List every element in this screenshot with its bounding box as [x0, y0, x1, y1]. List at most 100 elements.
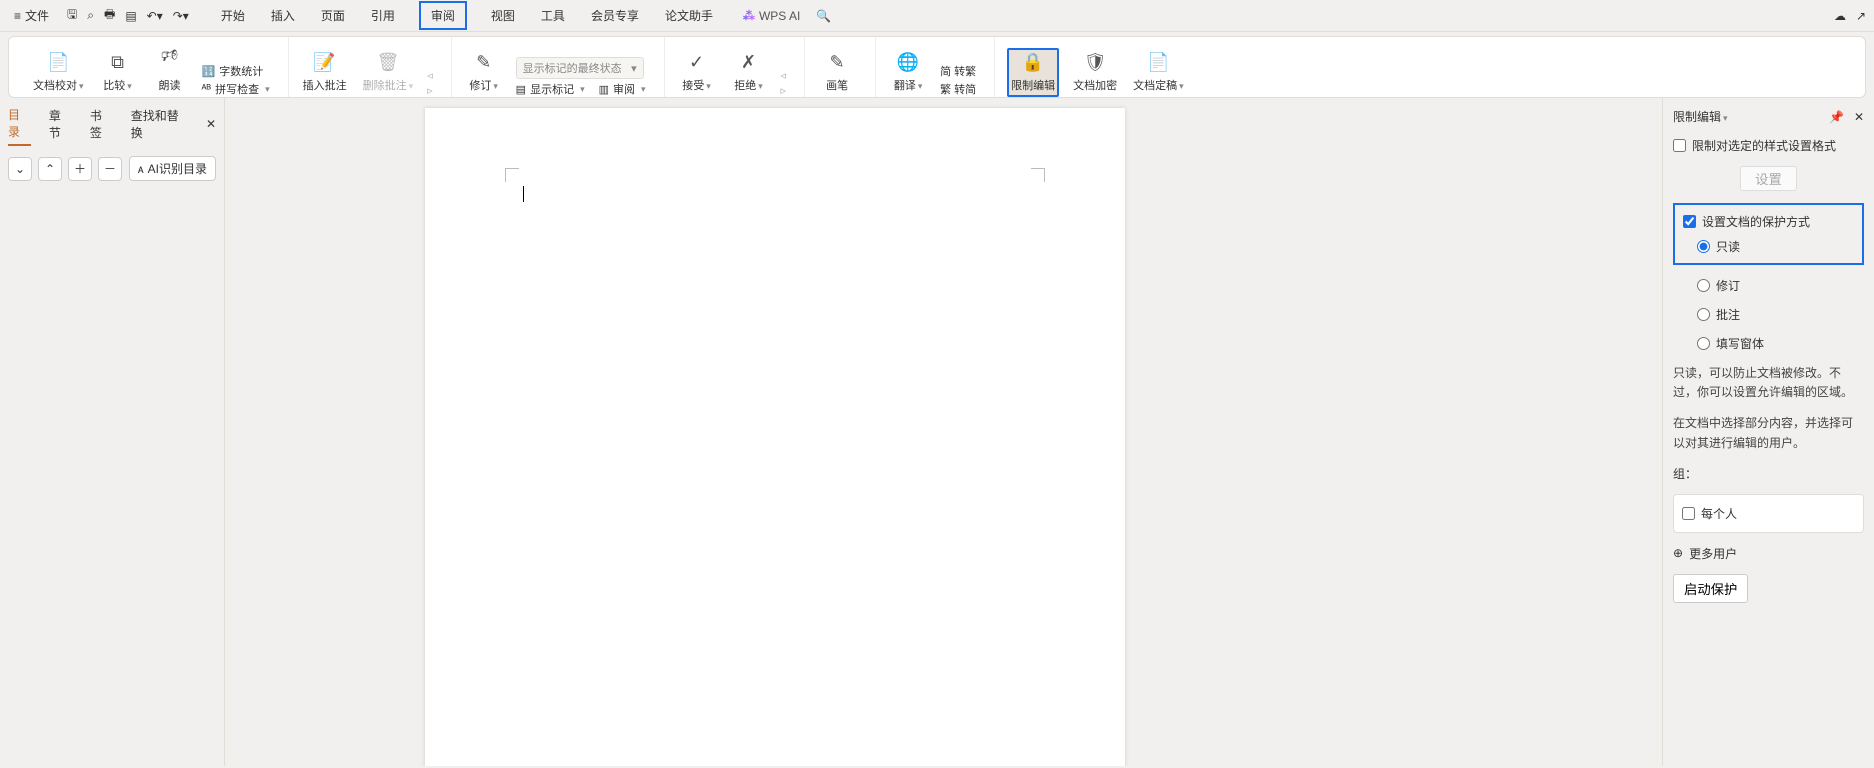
reject-label: 拒绝 [734, 77, 763, 93]
wordcount-button[interactable]: 🔢字数统计 [202, 63, 270, 79]
nav-tab-find[interactable]: 查找和替换 [131, 107, 188, 145]
track-icon: ✎ [476, 52, 491, 73]
wordcount-icon: 🔢 [202, 65, 216, 78]
tab-tools[interactable]: 工具 [539, 1, 567, 30]
restrict-format-checkbox[interactable]: 限制对选定的样式设置格式 [1673, 137, 1864, 154]
reject-button[interactable]: ✗ 拒绝 [729, 48, 769, 97]
feedback-icon[interactable]: ↗ [1856, 9, 1866, 23]
undo-icon[interactable]: ↶▾ [147, 9, 163, 23]
spellcheck-label: 拼写检查 [215, 81, 259, 97]
preview-icon[interactable]: ▤ [125, 9, 136, 23]
nav-tab-chapter[interactable]: 章节 [49, 107, 72, 145]
finalize-button[interactable]: 📄文档定稿 [1131, 48, 1186, 97]
tab-insert[interactable]: 插入 [269, 1, 297, 30]
expand-down-button[interactable]: ⌄ [8, 157, 32, 181]
tab-page[interactable]: 页面 [319, 1, 347, 30]
nav-tab-bookmark[interactable]: 书签 [90, 107, 113, 145]
opt-track-input[interactable] [1697, 279, 1710, 292]
tab-reference[interactable]: 引用 [369, 1, 397, 30]
opt-comment-input[interactable] [1697, 308, 1710, 321]
show-marks-button[interactable]: ▤显示标记 [516, 81, 585, 97]
wps-ai-button[interactable]: ⁂ WPS AI [743, 9, 800, 23]
more-users-button[interactable]: ⊕ 更多用户 [1673, 545, 1864, 562]
search-icon[interactable]: 🔍 [816, 9, 831, 23]
pane-title[interactable]: 限制编辑 [1673, 108, 1728, 125]
nav-close-icon[interactable]: ✕ [206, 117, 216, 135]
pin-icon[interactable]: 📌 [1829, 110, 1844, 124]
print-preview-icon[interactable]: ⌕ [87, 8, 94, 23]
remove-level-button[interactable]: － [98, 157, 122, 181]
tab-thesis[interactable]: 论文助手 [663, 1, 715, 30]
start-protect-button[interactable]: 启动保护 [1673, 574, 1748, 603]
accept-button[interactable]: ✓ 接受 [677, 48, 717, 97]
opt-readonly-input[interactable] [1697, 240, 1710, 253]
spellcheck-button[interactable]: ᴬᴮ拼写检查 [202, 81, 270, 97]
print-icon[interactable]: 🖶 [104, 5, 115, 26]
accept-label: 接受 [682, 77, 711, 93]
finalize-label: 文档定稿 [1133, 77, 1184, 93]
display-mode-combo[interactable]: 显示标记的最终状态▾ [516, 57, 644, 79]
prev-change-button[interactable]: ◃ [781, 69, 787, 82]
tab-view[interactable]: 视图 [489, 1, 517, 30]
trad-to-simp-button[interactable]: 繁 转简 [940, 81, 976, 97]
page[interactable] [425, 108, 1125, 766]
speak-icon: 🕫 [161, 43, 178, 73]
group-accept: ✓ 接受 ✗ 拒绝 ◃ ▹ [664, 37, 799, 97]
opt-form-input[interactable] [1697, 337, 1710, 350]
doc-proof-button[interactable]: 📄文档校对 [31, 48, 86, 97]
insert-comment-label: 插入批注 [303, 77, 347, 93]
pen-button[interactable]: ✎画笔 [817, 48, 857, 97]
compare-label: 比较 [103, 77, 132, 93]
ai-toc-button[interactable]: ᴀ AI识别目录 [129, 156, 216, 181]
read-button[interactable]: 🕫朗读 [150, 39, 190, 97]
accept-icon: ✓ [689, 52, 704, 73]
ai-toc-label: AI识别目录 [148, 160, 207, 177]
prev-comment-button[interactable]: ◃ [427, 69, 433, 82]
set-protect-label: 设置文档的保护方式 [1702, 213, 1810, 230]
collapse-up-button[interactable]: ⌃ [38, 157, 62, 181]
prev-comment-icon: ◃ [427, 69, 433, 82]
insert-comment-button[interactable]: 📝插入批注 [301, 48, 349, 97]
set-protect-checkbox[interactable]: 设置文档的保护方式 [1683, 213, 1854, 230]
next-comment-icon: ▹ [427, 84, 433, 97]
tab-review[interactable]: 审阅 [419, 1, 467, 30]
opt-form[interactable]: 填写窗体 [1697, 335, 1864, 352]
delete-comment-button[interactable]: 🗑删除批注 [361, 48, 416, 97]
translate-button[interactable]: 🌐翻译 [888, 48, 928, 97]
cloud-icon[interactable]: ☁ [1834, 9, 1846, 23]
save-icon[interactable]: 🖫 [67, 5, 77, 26]
restrict-format-input[interactable] [1673, 139, 1686, 152]
nav-tab-toc[interactable]: 目录 [8, 106, 31, 146]
add-level-button[interactable]: ＋ [68, 157, 92, 181]
margin-corner-tr [1031, 168, 1045, 182]
opt-comment[interactable]: 批注 [1697, 306, 1864, 323]
file-menu[interactable]: ≡ 文件 [8, 3, 55, 28]
group-proof: 📄文档校对 ⧉比较 🕫朗读 🔢字数统计 ᴬᴮ拼写检查 [19, 37, 282, 97]
tab-start[interactable]: 开始 [219, 1, 247, 30]
everyone-checkbox[interactable]: 每个人 [1682, 505, 1855, 522]
group-box: 每个人 [1673, 494, 1864, 533]
close-icon[interactable]: ✕ [1854, 110, 1864, 124]
group-pen: ✎画笔 [804, 37, 869, 97]
redo-icon[interactable]: ↷▾ [173, 9, 189, 23]
track-changes-button[interactable]: ✎修订 [464, 48, 504, 97]
chevron-up-icon: ⌃ [45, 162, 55, 176]
ai-toc-icon: ᴀ [138, 162, 144, 176]
simp-to-trad-button[interactable]: 简 转繁 [940, 63, 976, 79]
set-protect-input[interactable] [1683, 215, 1696, 228]
next-change-button[interactable]: ▹ [781, 84, 787, 97]
reject-icon: ✗ [741, 52, 756, 73]
restrict-edit-button[interactable]: 🔒限制编辑 [1007, 48, 1059, 97]
review-pane-button[interactable]: ▥审阅 [599, 81, 646, 97]
tab-member[interactable]: 会员专享 [589, 1, 641, 30]
text-cursor [523, 186, 524, 202]
document-area[interactable] [225, 98, 1662, 766]
opt-readonly[interactable]: 只读 [1697, 238, 1854, 255]
hamburger-icon: ≡ [14, 9, 21, 23]
file-label: 文件 [25, 7, 49, 24]
opt-track[interactable]: 修订 [1697, 277, 1864, 294]
everyone-input[interactable] [1682, 507, 1695, 520]
next-comment-button[interactable]: ▹ [427, 84, 433, 97]
encrypt-button[interactable]: 🛡文档加密 [1071, 48, 1119, 97]
compare-button[interactable]: ⧉比较 [98, 48, 138, 97]
